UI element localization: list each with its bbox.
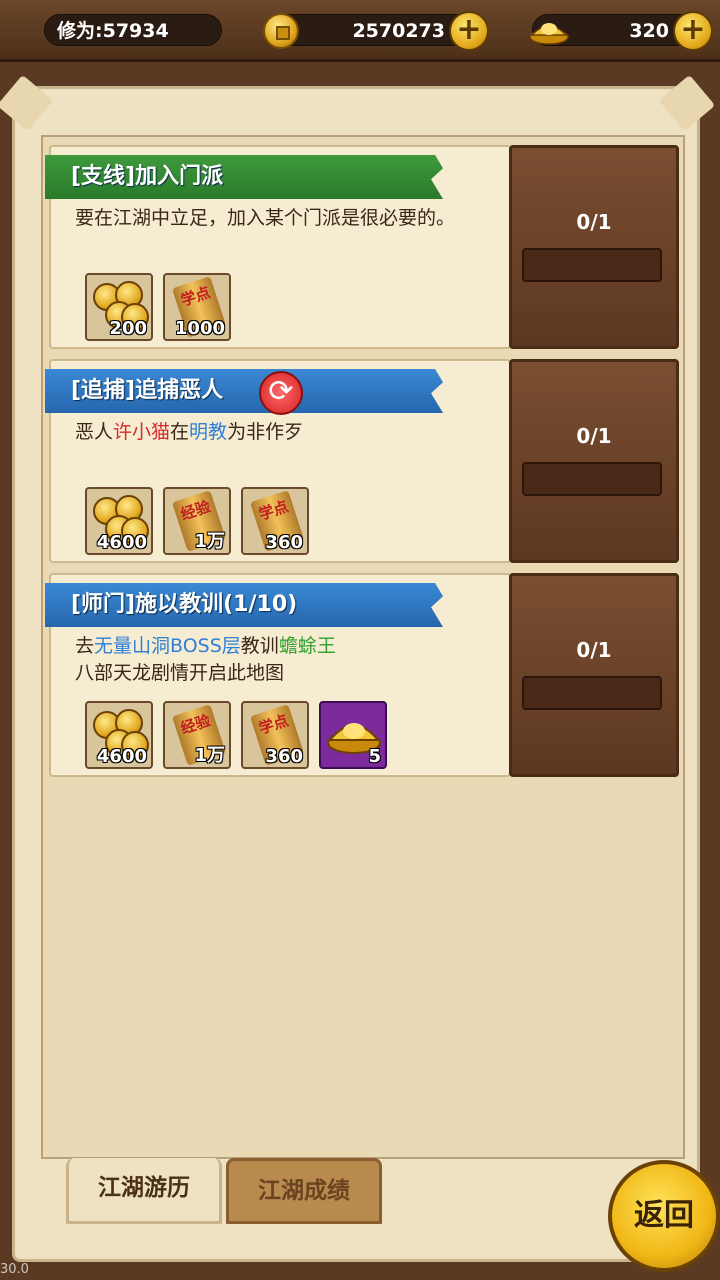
- gold-ingot-icon: [529, 23, 569, 45]
- reward-item[interactable]: 4600: [85, 487, 153, 555]
- reward-item[interactable]: 5: [319, 701, 387, 769]
- reward-item[interactable]: 经验 1万: [163, 701, 231, 769]
- quest-description: 恶人许小猫在明教为非作歹: [75, 419, 495, 446]
- tab-jianghu-achievements[interactable]: 江湖成绩: [226, 1158, 382, 1224]
- reward-item[interactable]: 学点 1000: [163, 273, 231, 341]
- copper-amount: 2570273: [352, 20, 445, 42]
- progress-bar: [522, 676, 662, 710]
- reward-quantity: 200: [109, 318, 147, 339]
- reward-quantity: 1000: [174, 318, 225, 339]
- copper-coin-icon: [263, 13, 299, 49]
- scroll-label: 学点: [256, 711, 291, 738]
- refresh-icon[interactable]: ⟳: [259, 371, 303, 415]
- quest-list[interactable]: [支线]加入门派 要在江湖中立足，加入某个门派是很必要的。 200 学点 100…: [41, 135, 685, 1159]
- quest-title-ribbon: [支线]加入门派: [45, 155, 443, 199]
- quest-info: [支线]加入门派 要在江湖中立足，加入某个门派是很必要的。 200 学点 100…: [45, 145, 511, 349]
- location-name: 明教: [189, 421, 228, 443]
- reward-quantity: 360: [265, 532, 303, 553]
- add-copper-button[interactable]: +: [449, 11, 489, 51]
- reward-quantity: 4600: [96, 532, 147, 553]
- reward-quantity: 1万: [194, 531, 225, 552]
- fps-counter: 30.0: [0, 1262, 29, 1277]
- scroll-label: 经验: [178, 711, 213, 738]
- desc-text: 去: [75, 635, 95, 657]
- reward-quantity: 1万: [194, 745, 225, 766]
- progress-text: 0/1: [576, 424, 612, 448]
- target-name: 蟾蜍王: [278, 635, 336, 657]
- desc-text: 为非作歹: [227, 421, 304, 443]
- back-button[interactable]: 返回: [608, 1160, 720, 1272]
- progress-text: 0/1: [576, 210, 612, 234]
- target-name: 许小猫: [113, 421, 171, 443]
- progress-text: 0/1: [576, 638, 612, 662]
- cultivation-display: 修为:57934: [44, 14, 222, 46]
- quest-progress-panel: 0/1: [509, 359, 679, 563]
- location-name: 无量山洞BOSS层: [94, 635, 241, 657]
- reward-quantity: 4600: [96, 746, 147, 767]
- quest-title-ribbon: [师门]施以教训(1/10): [45, 583, 443, 627]
- tab-jianghu-travel[interactable]: 江湖游历: [66, 1158, 222, 1224]
- add-gold-button[interactable]: +: [673, 11, 713, 51]
- reward-quantity: 360: [265, 746, 303, 767]
- quest-panel: [支线]加入门派 要在江湖中立足，加入某个门派是很必要的。 200 学点 100…: [12, 86, 700, 1262]
- desc-text: 教训: [240, 635, 279, 657]
- desc-text: 要在江湖中立足，加入某个门派是很必要的。: [75, 207, 456, 229]
- progress-bar: [522, 248, 662, 282]
- desc-text: 八部天龙剧情开启此地图: [75, 662, 285, 684]
- quest-title-ribbon: [追捕]追捕恶人: [45, 369, 443, 413]
- quest-info: [追捕]追捕恶人 ⟳ 恶人许小猫在明教为非作歹 4600 经验 1万 学点 36…: [45, 359, 511, 563]
- desc-text: 在: [170, 421, 190, 443]
- reward-item[interactable]: 200: [85, 273, 153, 341]
- scroll-label: 学点: [256, 497, 291, 524]
- scroll-label: 经验: [178, 497, 213, 524]
- scroll-label: 学点: [178, 283, 213, 310]
- gold-amount: 320: [629, 20, 669, 42]
- quest-card-branch[interactable]: [支线]加入门派 要在江湖中立足，加入某个门派是很必要的。 200 学点 100…: [45, 145, 679, 349]
- top-resource-bar: 修为:57934 2570273 + 320 +: [0, 0, 720, 62]
- reward-item[interactable]: 学点 360: [241, 487, 309, 555]
- quest-card-bounty[interactable]: [追捕]追捕恶人 ⟳ 恶人许小猫在明教为非作歹 4600 经验 1万 学点 36…: [45, 359, 679, 563]
- cultivation-value: 修为:57934: [57, 20, 169, 42]
- quest-card-sect[interactable]: [师门]施以教训(1/10) 去无量山洞BOSS层教训蟾蜍王 八部天龙剧情开启此…: [45, 573, 679, 777]
- reward-item[interactable]: 经验 1万: [163, 487, 231, 555]
- reward-quantity: 5: [368, 746, 381, 767]
- quest-progress-panel: 0/1: [509, 573, 679, 777]
- quest-info: [师门]施以教训(1/10) 去无量山洞BOSS层教训蟾蜍王 八部天龙剧情开启此…: [45, 573, 511, 777]
- quest-progress-panel: 0/1: [509, 145, 679, 349]
- quest-description: 要在江湖中立足，加入某个门派是很必要的。: [75, 205, 495, 232]
- progress-bar: [522, 462, 662, 496]
- quest-description: 去无量山洞BOSS层教训蟾蜍王 八部天龙剧情开启此地图: [75, 633, 495, 687]
- desc-text: 恶人: [75, 421, 114, 443]
- copper-currency-display: 2570273 +: [263, 11, 489, 51]
- gold-currency-display: 320 +: [529, 11, 713, 51]
- reward-item[interactable]: 学点 360: [241, 701, 309, 769]
- reward-item[interactable]: 4600: [85, 701, 153, 769]
